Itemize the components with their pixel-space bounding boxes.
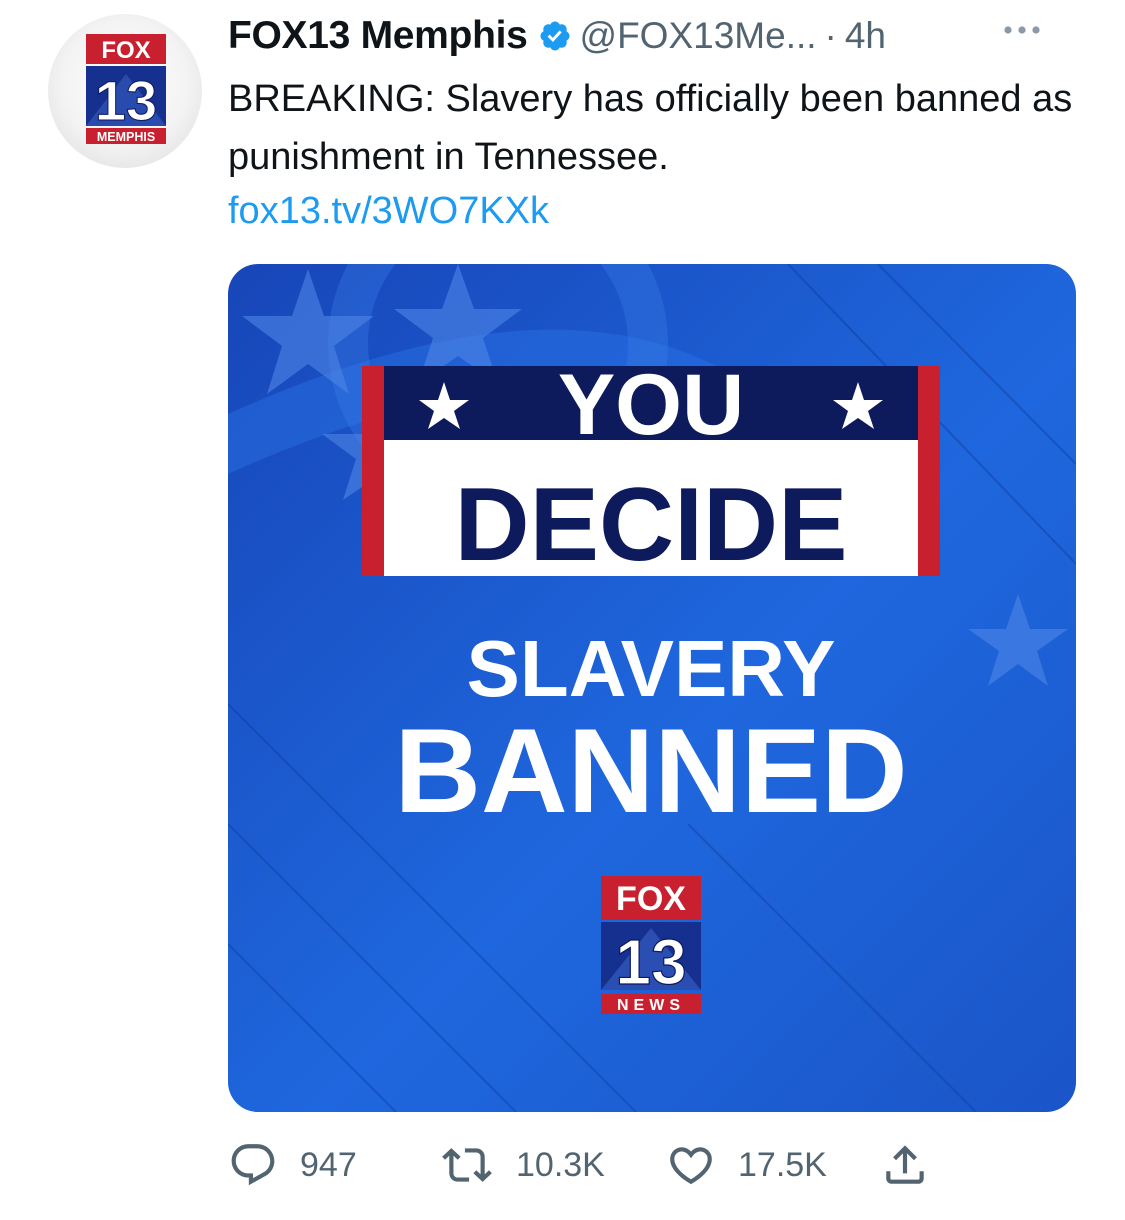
tweet-timestamp[interactable]: 4h bbox=[845, 15, 886, 57]
headline-slavery-text: SLAVERY bbox=[467, 624, 836, 713]
logo-news-text: NEWS bbox=[617, 997, 685, 1014]
retweet-button[interactable]: 10.3K bbox=[440, 1140, 605, 1190]
more-options-button[interactable] bbox=[1000, 18, 1044, 47]
avatar-logo-city: MEMPHIS bbox=[97, 130, 155, 144]
avatar-logo-fox: FOX bbox=[101, 37, 150, 64]
verified-badge-icon bbox=[539, 21, 570, 51]
you-decide-graphic: YOU DECIDE SLAVERY BANNED FOX 13 NEWS bbox=[228, 264, 1076, 1112]
banner-decide-text: DECIDE bbox=[455, 467, 848, 583]
share-button[interactable] bbox=[880, 1140, 930, 1190]
separator-dot: · bbox=[824, 15, 837, 56]
like-count: 17.5K bbox=[738, 1145, 827, 1184]
reply-count: 947 bbox=[300, 1145, 357, 1184]
retweet-icon bbox=[442, 1148, 492, 1182]
tweet-media-image[interactable]: YOU DECIDE SLAVERY BANNED FOX 13 NEWS bbox=[228, 264, 1076, 1112]
fox13-news-logo: FOX 13 NEWS bbox=[601, 876, 701, 1014]
tweet-header: FOX13 Memphis @FOX13Me... · 4h bbox=[228, 12, 886, 60]
headline-banned-text: BANNED bbox=[394, 704, 907, 838]
logo-number-text: 13 bbox=[615, 926, 686, 998]
tweet-text: BREAKING: Slavery has officially been ba… bbox=[228, 78, 1073, 178]
like-button[interactable]: 17.5K bbox=[666, 1140, 827, 1190]
tweet-actions-bar: 947 10.3K 17.5K bbox=[228, 1140, 988, 1190]
share-icon bbox=[886, 1145, 924, 1184]
more-options-icon bbox=[1004, 26, 1040, 34]
author-display-name[interactable]: FOX13 Memphis bbox=[228, 14, 528, 58]
avatar-logo-number: 13 bbox=[95, 69, 157, 132]
fox13-memphis-logo: FOX 13 MEMPHIS bbox=[86, 34, 166, 144]
banner-you-text: YOU bbox=[558, 357, 744, 453]
author-handle[interactable]: @FOX13Me... bbox=[580, 15, 817, 57]
heart-icon bbox=[670, 1147, 712, 1185]
reply-button[interactable]: 947 bbox=[228, 1140, 357, 1190]
reply-icon bbox=[231, 1144, 275, 1186]
retweet-count: 10.3K bbox=[516, 1145, 605, 1184]
logo-fox-text: FOX bbox=[616, 880, 686, 918]
profile-avatar[interactable]: FOX 13 MEMPHIS bbox=[48, 14, 202, 168]
tweet-link[interactable]: fox13.tv/3WO7KXk bbox=[228, 186, 549, 236]
